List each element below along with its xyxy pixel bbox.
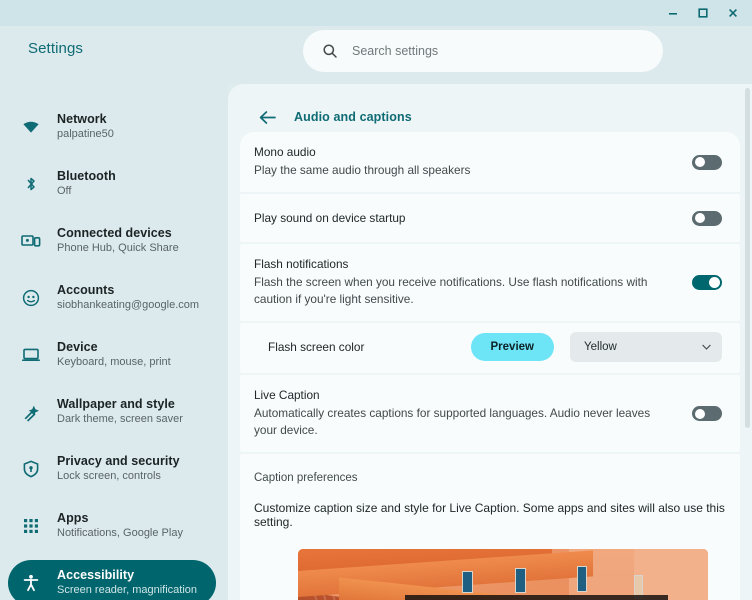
sidebar-item-accessibility[interactable]: Accessibility Screen reader, magnificati… xyxy=(8,560,216,600)
flash-notifications-toggle[interactable] xyxy=(692,275,722,290)
mono-audio-toggle[interactable] xyxy=(692,155,722,170)
window-titlebar xyxy=(0,0,752,26)
sidebar-item-sublabel: Screen reader, magnification xyxy=(57,584,197,598)
live-caption-toggle[interactable] xyxy=(692,406,722,421)
sidebar-item-label: Apps xyxy=(57,511,183,527)
caption-preview-image: The quick brown fox jumps over the lazy … xyxy=(298,549,708,600)
close-icon[interactable] xyxy=(718,0,748,26)
sidebar-item-sublabel: Notifications, Google Play xyxy=(57,527,183,541)
app-title: Settings xyxy=(28,40,83,57)
caption-preferences-section: Caption preferences Customize caption si… xyxy=(240,454,740,600)
search-input[interactable] xyxy=(352,44,622,58)
connected-devices-icon xyxy=(21,231,41,251)
main-scrollbar[interactable] xyxy=(745,88,750,428)
sidebar-item-sublabel: siobhankeating@google.com xyxy=(57,299,199,313)
flash-screen-color-dropdown[interactable]: Yellow xyxy=(570,332,722,362)
play-sound-on-device-startup-toggle[interactable] xyxy=(692,211,722,226)
accessibility-icon xyxy=(21,573,41,593)
sidebar-item-sublabel: Off xyxy=(57,185,116,199)
bluetooth-icon xyxy=(21,174,41,194)
sidebar-item-label: Network xyxy=(57,112,114,128)
sidebar-item-apps[interactable]: Apps Notifications, Google Play xyxy=(8,503,216,549)
shield-icon xyxy=(21,459,41,479)
maximize-icon[interactable] xyxy=(688,0,718,26)
account-icon xyxy=(21,288,41,308)
setting-card-flash-notifications: Flash notifications Flash the screen whe… xyxy=(240,244,740,321)
setting-card-live-caption: Live Caption Automatically creates capti… xyxy=(240,375,740,452)
page-header: Audio and captions xyxy=(228,84,752,132)
chevron-down-icon xyxy=(702,343,711,352)
setting-card-mono-audio: Mono audio Play the same audio through a… xyxy=(240,132,740,192)
setting-row-mono-audio[interactable]: Mono audio Play the same audio through a… xyxy=(240,132,740,192)
flash-screen-color-value: Yellow xyxy=(584,341,617,353)
sidebar-item-sublabel: palpatine50 xyxy=(57,128,114,142)
setting-card-play-sound-on-device-startup: Play sound on device startup xyxy=(240,194,740,242)
search-bar[interactable] xyxy=(303,30,663,72)
settings-card-list: Mono audio Play the same audio through a… xyxy=(228,132,752,600)
sidebar-item-sublabel: Dark theme, screen saver xyxy=(57,413,183,427)
setting-sublabel: Automatically creates captions for suppo… xyxy=(254,405,674,439)
sidebar-item-sublabel: Phone Hub, Quick Share xyxy=(57,242,179,256)
setting-row-play-sound-on-device-startup[interactable]: Play sound on device startup xyxy=(240,194,740,242)
sidebar-item-sublabel: Keyboard, mouse, print xyxy=(57,356,171,370)
setting-card-caption-preferences: Caption preferences Customize caption si… xyxy=(240,454,740,600)
setting-title: Play sound on device startup xyxy=(254,211,406,225)
sidebar-item-sublabel: Lock screen, controls xyxy=(57,470,180,484)
back-arrow-icon[interactable] xyxy=(259,110,276,125)
sidebar-item-device[interactable]: Device Keyboard, mouse, print xyxy=(8,332,216,378)
sidebar: Network palpatine50 Bluetooth Off xyxy=(0,84,228,600)
page-title: Audio and captions xyxy=(294,110,412,124)
laptop-icon xyxy=(21,345,41,365)
setting-sublabel: Flash the screen when you receive notifi… xyxy=(254,274,674,308)
sidebar-item-label: Wallpaper and style xyxy=(57,397,183,413)
caption-preview-text: The quick brown fox jumps over the lazy … xyxy=(405,595,668,600)
sidebar-item-label: Device xyxy=(57,340,171,356)
wifi-icon xyxy=(21,117,41,137)
sidebar-item-accounts[interactable]: Accounts siobhankeating@google.com xyxy=(8,275,216,321)
setting-row-flash-notifications[interactable]: Flash notifications Flash the screen whe… xyxy=(240,244,740,321)
sidebar-item-wallpaper-and-style[interactable]: Wallpaper and style Dark theme, screen s… xyxy=(8,389,216,435)
setting-card-flash-screen-color: Flash screen color Preview Yellow xyxy=(240,323,740,373)
sidebar-item-label: Bluetooth xyxy=(57,169,116,185)
sidebar-item-label: Connected devices xyxy=(57,226,179,242)
sidebar-item-bluetooth[interactable]: Bluetooth Off xyxy=(8,161,216,207)
wallpaper-brush-icon xyxy=(21,402,41,422)
search-icon xyxy=(322,43,338,59)
settings-window: Settings Network palpatine50 xyxy=(0,0,752,600)
sidebar-item-label: Privacy and security xyxy=(57,454,180,470)
setting-title: Mono audio xyxy=(254,145,470,159)
setting-row-live-caption[interactable]: Live Caption Automatically creates capti… xyxy=(240,375,740,452)
main-content: Audio and captions Mono audio Play the s… xyxy=(228,84,752,600)
sidebar-item-connected-devices[interactable]: Connected devices Phone Hub, Quick Share xyxy=(8,218,216,264)
setting-title: Flash notifications xyxy=(254,257,674,271)
app-topbar: Settings xyxy=(0,26,752,84)
caption-preferences-heading: Caption preferences xyxy=(254,472,740,484)
setting-title: Live Caption xyxy=(254,388,674,402)
sidebar-item-network[interactable]: Network palpatine50 xyxy=(8,104,216,150)
flash-screen-color-label: Flash screen color xyxy=(268,340,471,354)
setting-sublabel: Play the same audio through all speakers xyxy=(254,162,470,179)
minimize-icon[interactable] xyxy=(658,0,688,26)
apps-grid-icon xyxy=(21,516,41,536)
caption-preferences-description: Customize caption size and style for Liv… xyxy=(254,501,740,529)
sidebar-item-label: Accessibility xyxy=(57,568,197,584)
sidebar-item-privacy-and-security[interactable]: Privacy and security Lock screen, contro… xyxy=(8,446,216,492)
sidebar-item-label: Accounts xyxy=(57,283,199,299)
setting-row-flash-screen-color: Flash screen color Preview Yellow xyxy=(240,323,740,373)
preview-button[interactable]: Preview xyxy=(471,333,554,361)
